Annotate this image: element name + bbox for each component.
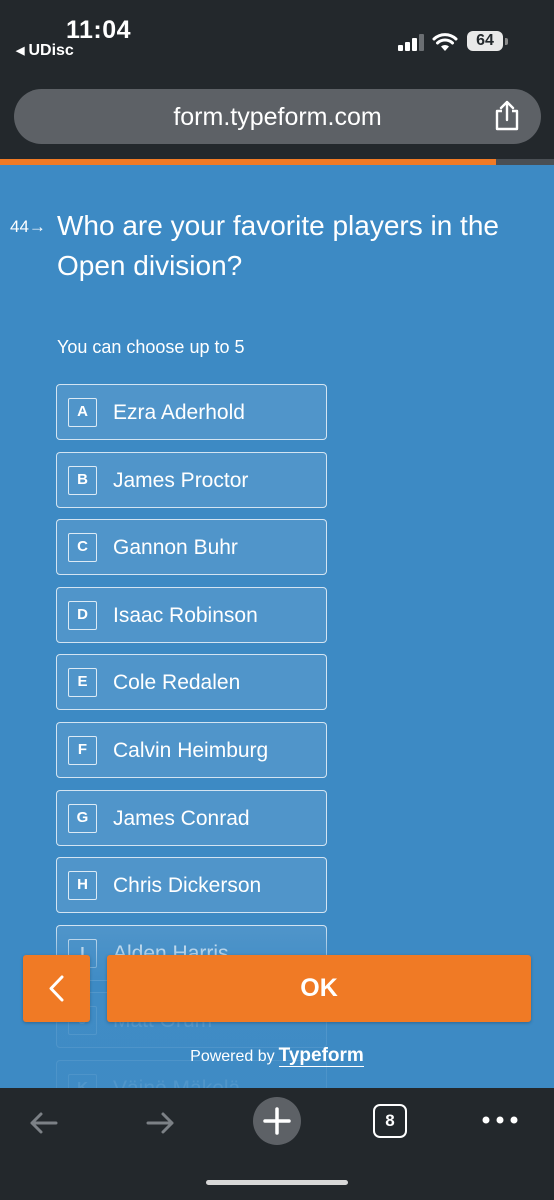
back-arrow-icon[interactable] — [26, 1105, 62, 1141]
back-app-label: UDisc — [28, 42, 74, 59]
previous-question-button[interactable] — [23, 955, 90, 1022]
choice-option[interactable]: H Chris Dickerson — [56, 857, 327, 914]
choice-key: B — [68, 465, 97, 495]
wifi-icon — [432, 33, 458, 51]
typeform-question: 44→ Who are your favorite players in the… — [0, 165, 554, 1088]
address-bar[interactable]: form.typeform.com — [14, 89, 541, 144]
battery-tip — [505, 38, 508, 45]
choice-option[interactable]: A Ezra Aderhold — [56, 384, 327, 440]
question-number: 44→ — [10, 217, 46, 236]
arrow-right-icon: → — [28, 217, 46, 236]
choice-option[interactable]: D Isaac Robinson — [56, 586, 327, 643]
more-options-icon[interactable] — [480, 1110, 520, 1130]
question-title: Who are your favorite players in the Ope… — [57, 210, 499, 281]
choice-option[interactable]: C Gannon Buhr — [56, 519, 327, 576]
choice-option[interactable]: F Calvin Heimburg — [56, 722, 327, 778]
choice-key: E — [68, 668, 97, 698]
choice-option[interactable]: B James Proctor — [56, 451, 327, 508]
choice-key: D — [68, 600, 97, 630]
chevron-left-icon — [49, 975, 64, 1002]
choice-label: Cole Redalen — [113, 671, 241, 695]
back-triangle-icon: ◀ — [16, 45, 25, 57]
choice-label: Gannon Buhr — [113, 536, 238, 560]
choice-label: Ezra Aderhold — [113, 401, 245, 424]
forward-arrow-icon[interactable] — [142, 1105, 178, 1141]
typeform-brand-link[interactable]: Typeform — [278, 1045, 364, 1067]
choice-key: A — [68, 398, 97, 427]
tabs-count-icon[interactable]: 8 — [373, 1104, 407, 1138]
choice-label: Calvin Heimburg — [113, 739, 269, 762]
cellular-signal-icon — [398, 33, 426, 51]
new-tab-plus-icon[interactable] — [252, 1096, 302, 1146]
status-time: 11:04 — [66, 16, 132, 44]
powered-by-label: Powered by — [190, 1048, 275, 1065]
choice-option[interactable]: G James Conrad — [56, 789, 327, 846]
choice-option[interactable]: E Cole Redalen — [56, 654, 327, 711]
battery-icon: 64 — [467, 31, 503, 51]
back-to-app-link[interactable]: ◀ UDisc — [16, 42, 74, 60]
choice-key: G — [68, 803, 97, 833]
choice-label: Isaac Robinson — [113, 603, 258, 627]
choice-label: James Proctor — [113, 468, 249, 492]
choice-key: C — [68, 533, 97, 563]
choice-key: F — [68, 736, 97, 765]
choice-key: H — [68, 871, 97, 901]
choice-label: James Conrad — [113, 806, 250, 830]
powered-by-typeform[interactable]: Powered by Typeform — [0, 1045, 554, 1067]
share-icon[interactable] — [494, 100, 520, 132]
status-bar: 11:04 ◀ UDisc 64 — [0, 0, 554, 80]
home-indicator — [206, 1180, 348, 1185]
url-text: form.typeform.com — [173, 103, 382, 131]
ok-button[interactable]: OK — [107, 955, 531, 1022]
choice-limit-hint: You can choose up to 5 — [57, 337, 245, 357]
choice-label: Chris Dickerson — [113, 874, 262, 898]
